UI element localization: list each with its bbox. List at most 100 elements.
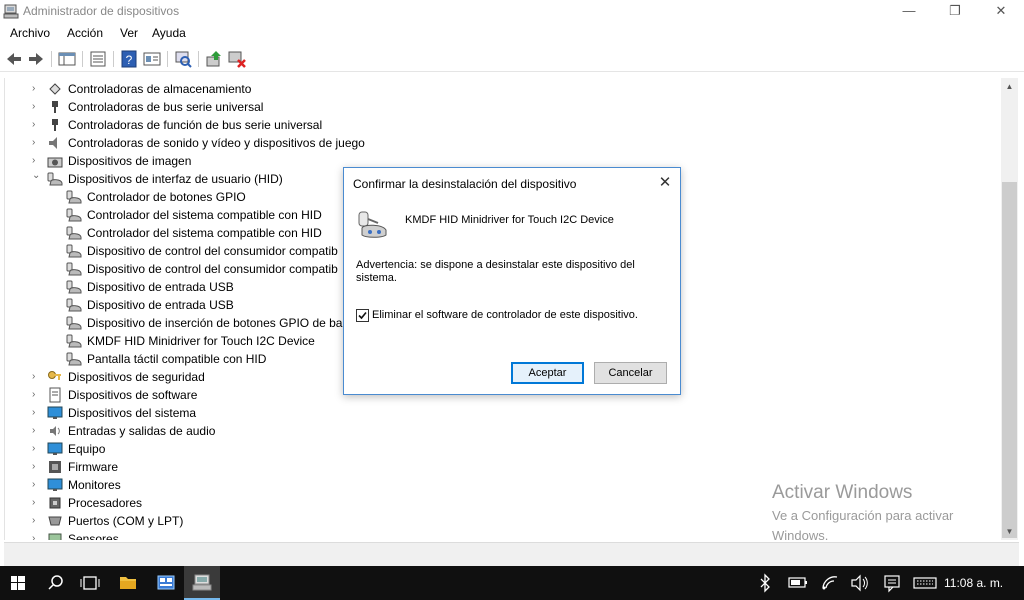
help-icon[interactable]: ? [119, 49, 139, 69]
device-manager-icon [192, 574, 212, 591]
expand-chevron-icon[interactable]: › [32, 119, 42, 131]
tree-item-label: Dispositivo de control del consumidor co… [87, 244, 338, 258]
expand-chevron-icon[interactable]: › [32, 155, 42, 167]
device-manager-icon [3, 4, 19, 19]
task-view-button[interactable] [72, 566, 108, 600]
hid-icon [66, 334, 82, 348]
volume-button[interactable] [848, 566, 872, 600]
scroll-down-arrow[interactable]: ▼ [1001, 523, 1018, 540]
remove-driver-checkbox[interactable] [356, 309, 369, 322]
file-explorer-button[interactable] [110, 566, 146, 600]
scroll-up-arrow[interactable]: ▲ [1001, 78, 1018, 95]
expand-chevron-icon[interactable]: › [32, 137, 42, 149]
expand-chevron-icon[interactable]: › [32, 389, 42, 401]
taskbar-clock[interactable]: 11:08 a. m. [944, 576, 1003, 590]
menu-bar: Archivo Acción Ver Ayuda [0, 24, 1024, 44]
tree-item-label: Sensores [68, 532, 119, 540]
tree-item-label: Controlador del sistema compatible con H… [87, 208, 322, 222]
forward-arrow-icon[interactable] [26, 49, 46, 69]
menu-archivo[interactable]: Archivo [10, 26, 50, 40]
uninstall-warning: Advertencia: se dispone a desinstalar es… [356, 259, 635, 284]
tree-item-label: Entradas y salidas de audio [68, 424, 216, 438]
keyboard-icon [913, 577, 937, 589]
accept-button[interactable]: Aceptar [511, 362, 584, 384]
hid-icon [66, 208, 82, 222]
expand-chevron-icon[interactable]: › [32, 461, 42, 473]
volume-icon [851, 574, 868, 592]
search-button[interactable] [38, 566, 74, 600]
expand-chevron-icon[interactable]: › [32, 515, 42, 527]
tree-item-label: Controlador del sistema compatible con H… [87, 226, 322, 240]
control-panel-icon [157, 575, 175, 590]
menu-ver[interactable]: Ver [120, 26, 138, 40]
watermark-subtitle: Ve a Configuración para activar Windows. [772, 508, 954, 543]
folder-icon [120, 577, 136, 589]
properties-icon[interactable] [142, 49, 162, 69]
menu-ayuda[interactable]: Ayuda [152, 26, 186, 40]
uninstall-device-icon[interactable] [227, 49, 247, 69]
collapse-chevron-icon[interactable]: ⌄ [32, 170, 42, 182]
hid-icon [66, 226, 82, 240]
toolbar-separator [51, 51, 52, 67]
tree-category[interactable]: › Controladoras de almacenamiento [5, 80, 995, 98]
minimize-button[interactable]: — [886, 0, 932, 24]
tree-category[interactable]: › Controladoras de sonido y vídeo y dispo… [5, 134, 995, 152]
tree-category[interactable]: › Controladoras de función de bus serie u… [5, 116, 995, 134]
svg-text:?: ? [126, 53, 133, 67]
checkmark-icon [358, 311, 367, 320]
expand-chevron-icon[interactable]: › [32, 101, 42, 113]
expand-chevron-icon[interactable]: › [32, 443, 42, 455]
scan-hardware-icon[interactable] [173, 49, 193, 69]
start-button[interactable] [0, 566, 36, 600]
tree-category[interactable]: › Firmware [5, 458, 995, 476]
maximize-button[interactable]: ❐ [932, 0, 978, 24]
tree-item-label: Dispositivo de control del consumidor co… [87, 262, 338, 276]
properties-grid-icon[interactable] [57, 49, 77, 69]
processor-icon [49, 497, 61, 509]
tree-item-label: Dispositivo de entrada USB [87, 280, 234, 294]
tree-category[interactable]: › Entradas y salidas de audio [5, 422, 995, 440]
port-icon [48, 516, 62, 526]
monitor-icon [47, 406, 63, 419]
close-window-button[interactable]: ✕ [978, 0, 1024, 24]
speaker-icon [49, 137, 57, 149]
device-manager-task-button[interactable] [184, 566, 220, 600]
audio-io-icon [50, 426, 60, 436]
expand-chevron-icon[interactable]: › [32, 479, 42, 491]
menu-accion[interactable]: Acción [67, 26, 103, 40]
expand-chevron-icon[interactable]: › [32, 83, 42, 95]
update-driver-icon[interactable] [204, 49, 224, 69]
scrollbar-thumb[interactable] [1002, 182, 1017, 538]
expand-chevron-icon[interactable]: › [32, 497, 42, 509]
tree-item-label: Procesadores [68, 496, 143, 510]
tree-item-label: Dispositivo de entrada USB [87, 298, 234, 312]
expand-chevron-icon[interactable]: › [32, 425, 42, 437]
camera-icon [47, 157, 63, 168]
bluetooth-button[interactable] [756, 566, 774, 600]
tree-category[interactable]: › Dispositivos del sistema [5, 404, 995, 422]
list-view-icon[interactable] [88, 49, 108, 69]
control-panel-button[interactable] [148, 566, 184, 600]
back-arrow-icon[interactable] [4, 49, 24, 69]
monitor-icon [47, 478, 63, 491]
vertical-scrollbar[interactable]: ▲ ▼ [1001, 78, 1018, 540]
dialog-title: Confirmar la desinstalación del disposit… [353, 177, 577, 191]
expand-chevron-icon[interactable]: › [32, 407, 42, 419]
expand-chevron-icon[interactable]: › [32, 371, 42, 383]
cancel-button[interactable]: Cancelar [594, 362, 667, 384]
remove-driver-label[interactable]: Eliminar el software de controlador de e… [372, 309, 638, 321]
touch-keyboard-button[interactable] [912, 566, 938, 600]
tree-item-label: Dispositivos de imagen [68, 154, 192, 168]
expand-chevron-icon[interactable]: › [32, 533, 42, 540]
tree-item-label: Controladoras de almacenamiento [68, 82, 252, 96]
tree-item-label: Controladoras de sonido y vídeo y dispos… [68, 136, 365, 150]
tree-category[interactable]: › Controladoras de bus serie universal [5, 98, 995, 116]
action-center-button[interactable] [880, 566, 904, 600]
firmware-icon [49, 461, 61, 473]
hid-icon [66, 244, 82, 258]
tree-category[interactable]: › Equipo [5, 440, 995, 458]
battery-button[interactable] [786, 566, 810, 600]
network-button[interactable] [818, 566, 842, 600]
dialog-close-button[interactable]: ✕ [655, 174, 675, 194]
hid-icon [66, 190, 82, 204]
